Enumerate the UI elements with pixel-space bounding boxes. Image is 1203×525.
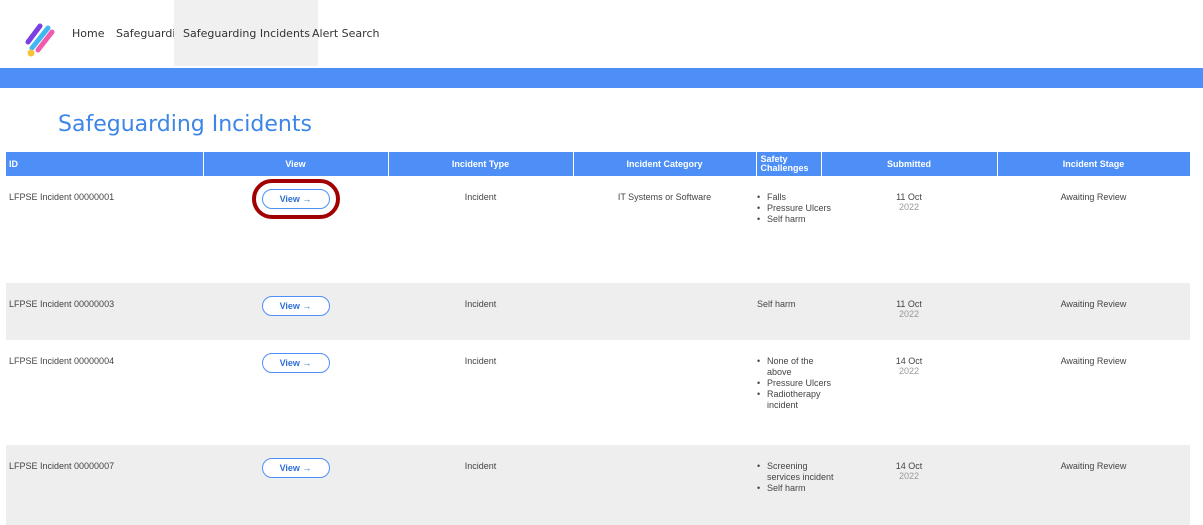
nav-alert-search[interactable]: Alert Search	[312, 0, 379, 66]
submitted-year: 2022	[898, 471, 920, 481]
submitted-day: 14 Oct	[895, 356, 923, 366]
cell-view: View →	[203, 445, 388, 525]
submitted-day: 14 Oct	[895, 461, 923, 471]
cell-incident-stage: Awaiting Review	[997, 283, 1190, 340]
table-row: LFPSE Incident 00000003 View → Incident …	[6, 283, 1190, 340]
table-row: LFPSE Incident 00000001 View → Incident …	[6, 176, 1190, 283]
safety-challenge-item: Falls	[757, 192, 837, 203]
view-button[interactable]: View →	[251, 179, 340, 219]
header-bar	[0, 68, 1203, 88]
cell-id: LFPSE Incident 00000007	[6, 445, 203, 525]
cell-safety-challenges: Screening services incident Self harm	[756, 445, 834, 525]
safety-challenge-item: Self harm	[757, 214, 837, 225]
cell-incident-category	[573, 445, 756, 525]
app-logo-icon[interactable]	[22, 20, 60, 58]
header-incident-category[interactable]: Incident Category	[573, 152, 757, 176]
incidents-table: ID View Incident Type Incident Category …	[6, 152, 1191, 525]
cell-incident-category	[573, 340, 756, 445]
view-button[interactable]: View →	[261, 353, 330, 373]
cell-incident-type: Incident	[464, 356, 497, 366]
table-row: LFPSE Incident 00000004 View → Incident …	[6, 340, 1190, 445]
header-incident-stage[interactable]: Incident Stage	[997, 152, 1191, 176]
header-incident-type[interactable]: Incident Type	[388, 152, 574, 176]
cell-incident-stage: Awaiting Review	[1060, 192, 1127, 202]
header-safety-challenges[interactable]: Safety Challenges	[756, 152, 822, 176]
nav-home[interactable]: Home	[72, 0, 104, 66]
cell-view: View →	[203, 283, 388, 340]
table-row: LFPSE Incident 00000007 View → Incident …	[6, 445, 1190, 525]
safety-challenge-item: Pressure Ulcers	[757, 378, 837, 389]
cell-safety-challenges: Falls Pressure Ulcers Self harm	[756, 176, 831, 283]
page-title: Safeguarding Incidents	[58, 112, 312, 137]
submitted-year: 2022	[898, 202, 920, 212]
cell-incident-type: Incident	[388, 283, 573, 340]
header-submitted[interactable]: Submitted	[821, 152, 998, 176]
cell-view: View →	[203, 340, 388, 445]
submitted-year: 2022	[898, 309, 920, 319]
cell-id: LFPSE Incident 00000004	[9, 356, 115, 366]
cell-submitted: 14 Oct 2022	[821, 340, 997, 445]
cell-id: LFPSE Incident 00000003	[6, 283, 203, 340]
cell-safety-challenges: Self harm	[756, 283, 821, 340]
cell-submitted: 11 Oct 2022	[821, 283, 997, 340]
safety-challenge-item: Self harm	[757, 483, 837, 494]
cell-id: LFPSE Incident 00000001	[9, 192, 115, 202]
top-navigation: Home Safeguarding Safeguarding Incidents…	[0, 0, 1203, 66]
safety-challenge-item: None of the above	[757, 356, 837, 378]
cell-view: View →	[203, 176, 388, 283]
cell-submitted: 11 Oct 2022	[821, 176, 997, 283]
cell-submitted: 14 Oct 2022	[821, 445, 997, 525]
cell-incident-category	[573, 283, 756, 340]
safety-challenge-item: Pressure Ulcers	[757, 203, 837, 214]
submitted-day: 11 Oct	[896, 192, 922, 202]
submitted-year: 2022	[898, 366, 920, 376]
cell-incident-stage: Awaiting Review	[1060, 356, 1127, 366]
view-button[interactable]: View →	[261, 296, 330, 316]
view-button[interactable]: View →	[261, 458, 330, 478]
header-view[interactable]: View	[203, 152, 389, 176]
table-header-row: ID View Incident Type Incident Category …	[6, 152, 1191, 176]
cell-incident-type: Incident	[464, 192, 497, 202]
cell-incident-type: Incident	[388, 445, 573, 525]
cell-incident-category: IT Systems or Software	[617, 192, 712, 202]
header-id[interactable]: ID	[6, 152, 204, 176]
submitted-day: 11 Oct	[896, 299, 922, 309]
cell-safety-challenges: None of the above Pressure Ulcers Radiot…	[756, 340, 831, 445]
safety-challenge-item: Screening services incident	[757, 461, 837, 483]
cell-incident-stage: Awaiting Review	[997, 445, 1190, 525]
nav-safeguarding-incidents[interactable]: Safeguarding Incidents	[174, 0, 318, 66]
safety-challenge-item: Radiotherapy incident	[757, 389, 837, 411]
